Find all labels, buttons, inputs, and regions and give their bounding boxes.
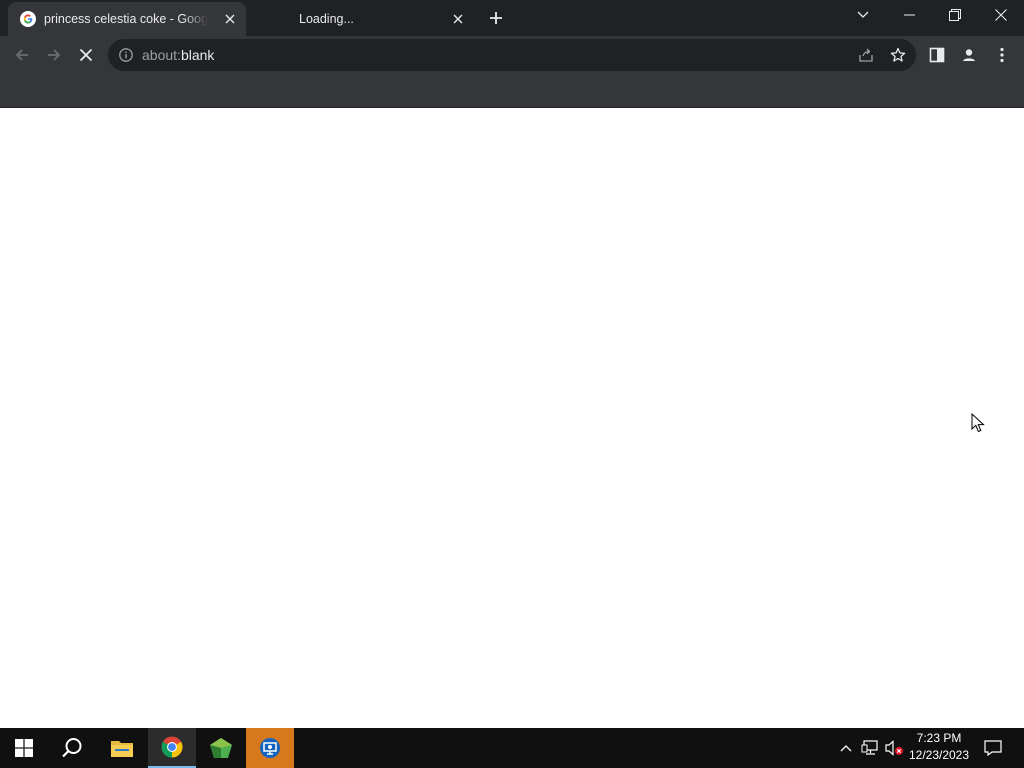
page-content[interactable] [0, 108, 1024, 728]
forward-button[interactable] [40, 41, 68, 69]
minimize-icon [903, 14, 915, 16]
close-icon [995, 9, 1007, 21]
mouse-cursor-icon [971, 413, 985, 433]
info-icon[interactable] [118, 47, 134, 63]
bookmark-star-icon[interactable] [888, 45, 908, 65]
url-host: blank [180, 47, 215, 63]
green-app-button[interactable] [197, 728, 245, 768]
chevron-up-icon[interactable] [836, 738, 856, 758]
tab-loading[interactable]: Loading... [256, 2, 474, 36]
stop-loading-button[interactable] [72, 41, 100, 69]
notification-center-button[interactable] [978, 728, 1008, 768]
start-button[interactable] [0, 728, 48, 768]
remote-desktop-icon [260, 738, 280, 758]
arrow-left-icon [15, 49, 28, 61]
loading-spinner-icon [268, 11, 284, 27]
url-scheme: about: [142, 47, 181, 63]
chevron-down-icon [857, 11, 869, 18]
chrome-icon [161, 736, 183, 758]
chrome-taskbar-button[interactable] [148, 728, 196, 768]
green-gem-icon [210, 738, 232, 758]
tab-search-button[interactable] [840, 0, 886, 30]
volume-muted-icon[interactable] [884, 738, 904, 758]
close-tab-icon[interactable] [222, 11, 238, 27]
network-icon[interactable] [860, 738, 880, 758]
google-g-icon [20, 11, 36, 27]
start-icon [15, 739, 33, 757]
clock-time: 7:23 PM [916, 731, 962, 745]
close-window-button[interactable] [978, 0, 1024, 30]
minimize-button[interactable] [886, 0, 932, 30]
close-tab-icon[interactable] [450, 11, 466, 27]
url-text[interactable]: about:blank [142, 39, 214, 71]
system-clock[interactable]: 7:23 PM 12/23/2023 [904, 730, 974, 766]
file-explorer-button[interactable] [98, 728, 146, 768]
browser-toolbar: about:blank [0, 36, 1024, 74]
restore-icon [949, 9, 961, 21]
clock-date: 12/23/2023 [908, 748, 970, 762]
tab-strip: princess celestia coke - Google S Loadin… [0, 0, 1024, 36]
stop-icon [79, 48, 93, 62]
tab-google-search[interactable]: princess celestia coke - Google S [8, 2, 246, 36]
windows-taskbar: 7:23 PM 12/23/2023 [0, 728, 1024, 768]
remote-desktop-button[interactable] [246, 728, 294, 768]
profile-button[interactable] [955, 41, 983, 69]
profile-icon [960, 46, 978, 64]
file-explorer-icon [111, 741, 133, 757]
tab-title: princess celestia coke - Google S [44, 12, 208, 26]
search-button[interactable] [48, 728, 96, 768]
tab-title: Loading... [299, 12, 354, 26]
menu-button[interactable] [988, 41, 1016, 69]
new-tab-button[interactable] [486, 8, 506, 28]
arrow-right-icon [48, 49, 61, 61]
search-icon [62, 738, 82, 758]
notification-icon [984, 740, 1002, 756]
plus-icon [490, 12, 502, 24]
address-bar[interactable]: about:blank [108, 39, 916, 71]
restore-button[interactable] [932, 0, 978, 30]
bookmarks-bar [0, 74, 1024, 108]
back-button[interactable] [8, 41, 36, 69]
share-icon[interactable] [856, 45, 876, 65]
kebab-menu-icon [1000, 47, 1004, 63]
side-panel-icon [929, 47, 945, 63]
side-panel-button[interactable] [923, 41, 951, 69]
